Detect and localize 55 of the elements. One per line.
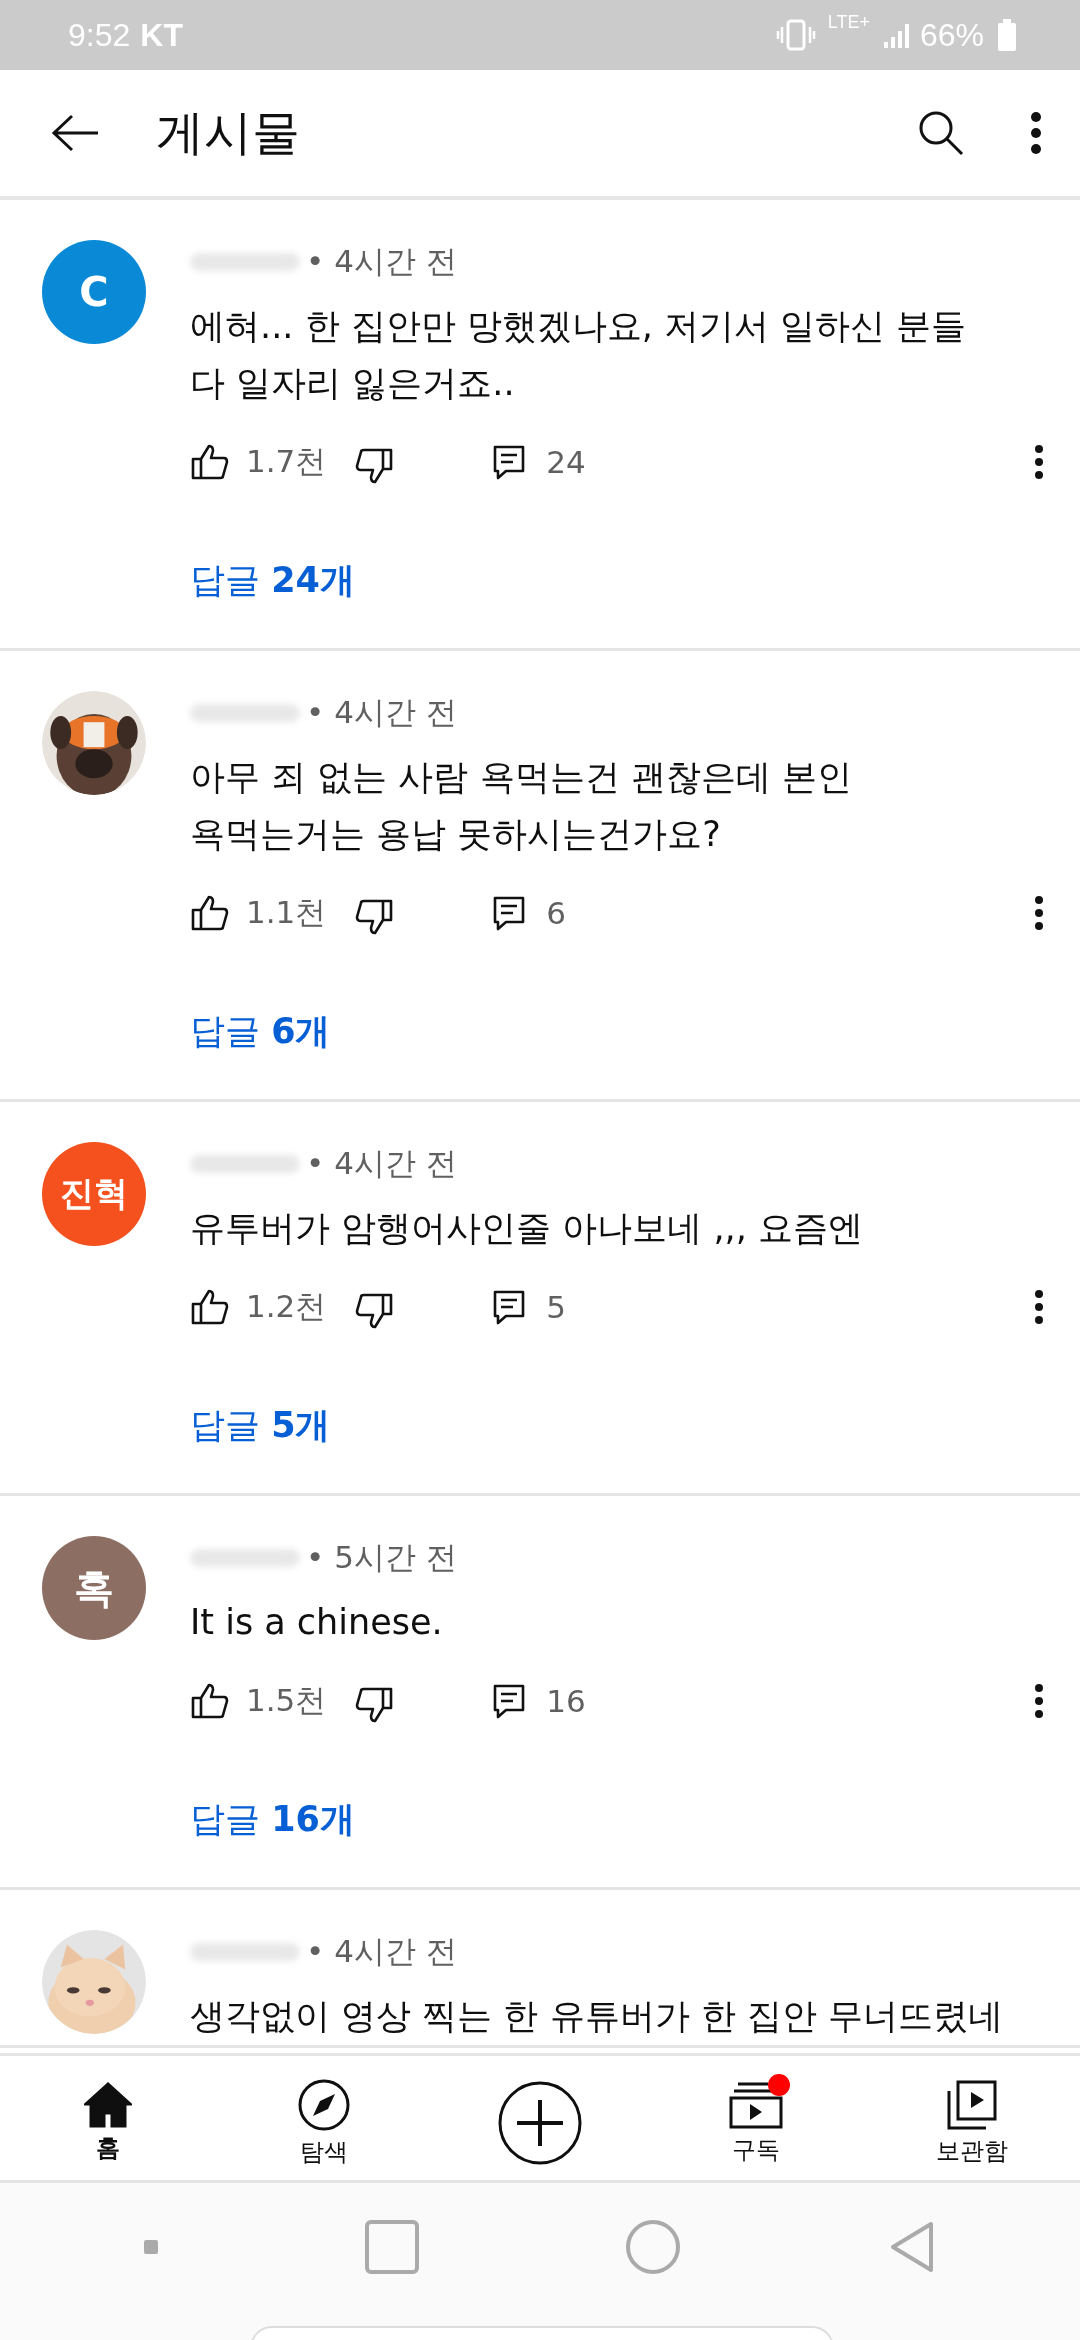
comment-icon[interactable] (492, 1289, 527, 1325)
comment-time: • 5시간 전 (306, 1538, 457, 1577)
add-icon (497, 2080, 583, 2166)
comment-text: 에혀... 한 집안만 망했겠나요, 저기서 일하신 분들 다 일자리 잃은거죠.. (190, 305, 968, 405)
replies-link[interactable]: 답글 6개 (190, 1007, 331, 1055)
thumbs-up-icon[interactable] (190, 1287, 230, 1327)
thumbs-up-icon[interactable] (190, 442, 230, 482)
comment-icon[interactable] (492, 895, 527, 931)
replies-link[interactable]: 답글 16개 (190, 1795, 355, 1843)
reply-count: 16 (546, 1683, 586, 1719)
nav-tab[interactable]: 구독 (681, 2070, 831, 2166)
nav-tab[interactable]: 탐색 (249, 2068, 399, 2168)
replies-link[interactable]: 답글 24개 (190, 556, 355, 604)
comment-text: 아무 죄 없는 사람 욕먹는건 괜찮은데 본인 욕먹는거는 용납 못하시는건가요? (190, 756, 853, 856)
compass-icon (297, 2078, 351, 2132)
like-count: 1.7천 (246, 442, 327, 481)
nav-tab[interactable]: 보관함 (897, 2069, 1047, 2167)
user-avatar[interactable]: 혹 (42, 1536, 146, 1640)
more-icon[interactable] (1034, 1683, 1044, 1719)
reply-count: 6 (546, 895, 567, 931)
reply-count: 24 (546, 444, 586, 480)
home-icon (84, 2082, 132, 2128)
thumbs-up-icon[interactable] (190, 1681, 230, 1721)
replies-link[interactable]: 답글 5개 (190, 1401, 331, 1449)
comment-icon[interactable] (492, 1683, 527, 1719)
reply-count: 5 (546, 1289, 567, 1325)
vibrate-icon (775, 18, 816, 52)
thumbs-up-icon[interactable] (190, 893, 230, 933)
comment-text: 유투버가 암행어사인줄 아나보네 ,,, 요즘엔 (190, 1207, 864, 1250)
like-count: 1.5천 (246, 1681, 327, 1720)
like-count: 1.1천 (246, 893, 327, 932)
comment-time: • 4시간 전 (306, 242, 457, 281)
user-avatar[interactable]: 진혁 (42, 1142, 146, 1246)
comment-time: • 4시간 전 (306, 1144, 457, 1183)
thumbs-down-icon[interactable] (354, 897, 395, 937)
more-icon[interactable] (1030, 111, 1042, 155)
back-icon[interactable] (50, 113, 100, 153)
thumbs-down-icon[interactable] (354, 1291, 395, 1331)
more-icon[interactable] (1034, 1289, 1044, 1325)
comment-text: 생각없이 영상 찍는 한 유튜버가 한 집안 무너뜨렸네 (190, 1995, 1004, 2038)
thumbs-down-icon[interactable] (354, 446, 395, 486)
nav-tab[interactable]: 홈 (33, 2072, 183, 2164)
more-icon[interactable] (1034, 444, 1044, 480)
battery-icon (996, 18, 1018, 52)
comment-icon[interactable] (492, 444, 527, 480)
comment-time: • 4시간 전 (306, 693, 457, 732)
subscriptions-icon (728, 2080, 784, 2130)
page-title: 게시물 (156, 103, 300, 162)
user-avatar[interactable]: C (42, 240, 146, 344)
like-count: 1.2천 (246, 1287, 327, 1326)
comment-time: • 4시간 전 (306, 1932, 457, 1971)
library-icon (946, 2079, 998, 2131)
comment-text: It is a chinese. (190, 1601, 444, 1644)
thumbs-down-icon[interactable] (354, 1685, 395, 1725)
more-icon[interactable] (1034, 895, 1044, 931)
